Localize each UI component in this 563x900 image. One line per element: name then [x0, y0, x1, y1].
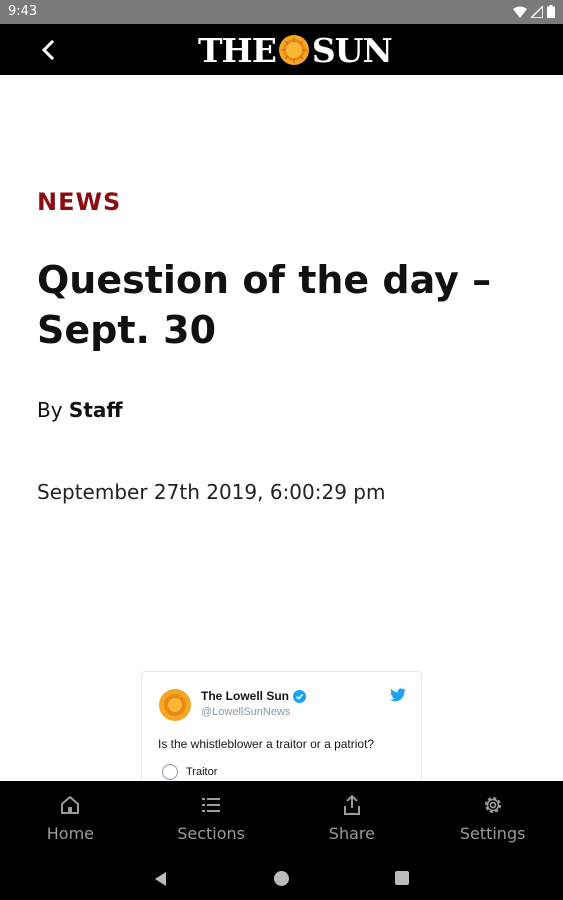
wifi-icon: [513, 6, 527, 18]
share-icon: [343, 794, 360, 815]
sun-logo-icon: [278, 35, 309, 65]
article-category[interactable]: NEWS: [37, 188, 121, 216]
status-icons: [513, 5, 555, 18]
bottom-nav: Home Sections Share Settings: [0, 781, 563, 858]
masthead-logo: THE SUN: [198, 30, 393, 70]
nav-label-share: Share: [328, 824, 375, 843]
article-body: NEWS Question of the day – Sept. 30 By S…: [0, 75, 563, 781]
tweet-author-name[interactable]: The Lowell Sun: [201, 689, 307, 703]
nav-item-share[interactable]: Share: [282, 781, 423, 858]
tweet-avatar[interactable]: [158, 688, 192, 722]
nav-label-home: Home: [46, 824, 94, 843]
poll-option-label: Traitor: [186, 766, 218, 778]
system-back-icon[interactable]: [153, 871, 167, 887]
byline-prefix: By: [37, 398, 63, 422]
article-headline: Question of the day – Sept. 30: [37, 255, 527, 355]
list-icon: [202, 798, 221, 812]
system-recents-icon[interactable]: [395, 871, 409, 885]
app-bar: THE SUN: [0, 24, 563, 75]
headline-line-2: Sept. 30: [37, 308, 217, 352]
status-time: 9:43: [8, 4, 38, 19]
headline-line-1: Question of the day –: [37, 258, 492, 302]
nav-label-sections: Sections: [177, 824, 246, 843]
home-icon: [61, 796, 80, 814]
nav-item-home[interactable]: Home: [0, 781, 141, 858]
signal-icon: [531, 5, 543, 18]
twitter-bird-icon[interactable]: [390, 688, 406, 702]
gear-icon: [484, 797, 501, 813]
masthead-word-the: THE: [198, 30, 277, 70]
system-nav-bar: [0, 858, 563, 900]
status-bar: 9:43: [0, 0, 563, 24]
poll-option[interactable]: Traitor: [162, 764, 217, 780]
verified-badge-icon: [293, 689, 307, 703]
byline-author[interactable]: Staff: [69, 398, 123, 422]
nav-label-settings: Settings: [459, 824, 526, 843]
masthead-word-sun: SUN: [311, 30, 393, 70]
nav-item-sections[interactable]: Sections: [141, 781, 282, 858]
back-arrow-icon[interactable]: [34, 35, 64, 65]
tweet-name-text: The Lowell Sun: [201, 689, 290, 703]
tweet-text: Is the whistleblower a traitor or a patr…: [158, 737, 375, 751]
embedded-tweet[interactable]: The Lowell Sun @LowellSunNews Is the whi…: [141, 671, 422, 781]
article-date: September 27th 2019, 6:00:29 pm: [37, 480, 386, 504]
article-byline: By Staff: [37, 398, 123, 422]
tweet-handle[interactable]: @LowellSunNews: [201, 706, 290, 718]
system-home-icon[interactable]: [274, 871, 289, 886]
battery-icon: [547, 5, 555, 18]
nav-item-settings[interactable]: Settings: [422, 781, 563, 858]
poll-radio-button[interactable]: [162, 764, 178, 780]
